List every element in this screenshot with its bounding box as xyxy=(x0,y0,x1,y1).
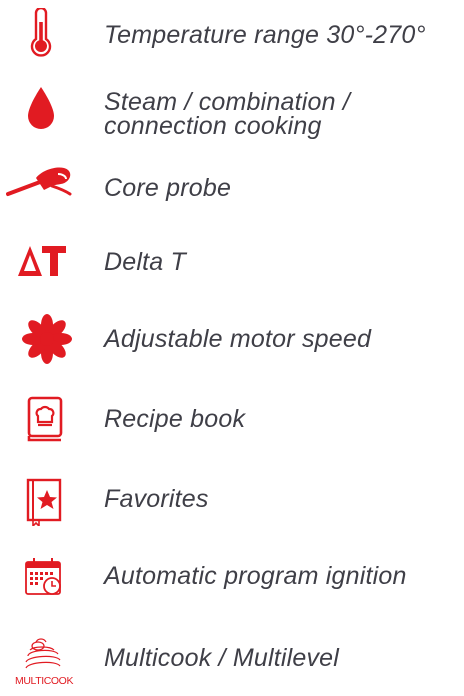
feature-program-ignition: Automatic program ignition xyxy=(0,556,464,616)
feature-label: Multicook / Multilevel xyxy=(104,644,340,672)
feature-label: Automatic program ignition xyxy=(104,562,407,590)
feature-core-probe: Core probe xyxy=(0,164,464,224)
feature-recipe-book: Recipe book xyxy=(0,396,464,456)
multicook-logo-icon: MULTICOOK xyxy=(15,638,74,686)
feature-list: Temperature range 30°-270° Steam / combi… xyxy=(0,0,464,687)
calendar-clock-icon xyxy=(25,558,61,595)
feature-label: Adjustable motor speed xyxy=(104,325,372,353)
feature-multicook: MULTICOOK Multicook / Multilevel xyxy=(0,636,464,696)
recipe-book-icon xyxy=(27,396,63,442)
feature-motor-speed: Adjustable motor speed xyxy=(0,314,464,374)
favorites-icon xyxy=(26,478,62,526)
feature-label: Delta T xyxy=(104,248,186,276)
fan-icon xyxy=(22,314,72,364)
feature-label: Favorites xyxy=(104,485,209,513)
feature-delta-t: Delta T xyxy=(0,244,464,304)
thermometer-icon xyxy=(30,8,52,57)
feature-label: Core probe xyxy=(104,174,232,202)
feature-favorites: Favorites xyxy=(0,478,464,538)
feature-label: Steam / combination / connection cooking xyxy=(104,88,350,140)
delta-t-icon xyxy=(18,246,66,276)
feature-temperature: Temperature range 30°-270° xyxy=(0,8,464,68)
multicook-logo-text: MULTICOOK xyxy=(15,675,73,686)
feature-label: Recipe book xyxy=(104,405,246,433)
water-drop-icon xyxy=(28,87,54,129)
core-probe-icon xyxy=(6,167,72,196)
feature-steam: Steam / combination / connection cooking xyxy=(0,86,464,146)
feature-label: Temperature range 30°-270° xyxy=(104,21,426,49)
